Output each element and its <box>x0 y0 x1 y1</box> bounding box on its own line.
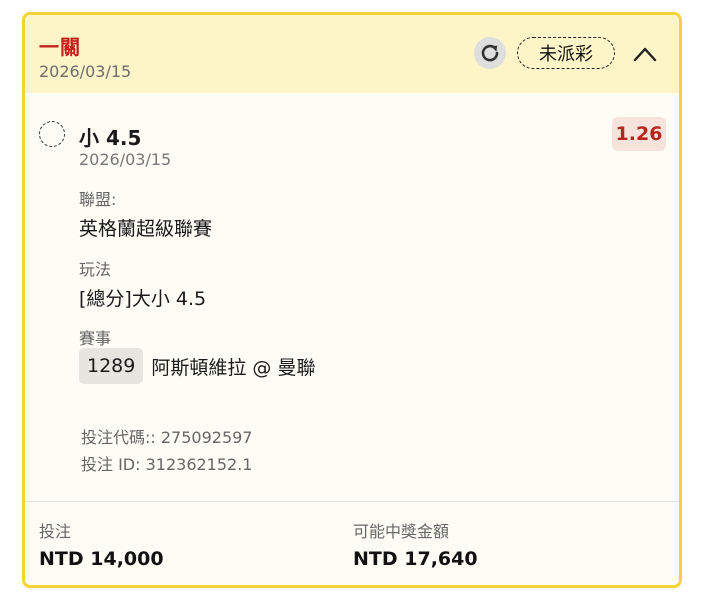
play-value: [總分]大小 4.5 <box>79 288 207 310</box>
collapse-button[interactable] <box>629 41 661 67</box>
stake-label: 投注 <box>39 522 72 541</box>
event-label: 賽事 <box>79 329 112 348</box>
bet-id: 投注 ID: 312362152.1 <box>81 455 253 474</box>
dashed-circle-icon <box>39 121 65 147</box>
bet-type: 一關 <box>39 35 81 59</box>
league-label: 聯盟: <box>79 190 117 209</box>
refresh-button[interactable] <box>474 37 506 69</box>
event-name: 阿斯頓維拉 @ 曼聯 <box>151 356 316 379</box>
event-row: 1289 阿斯頓維拉 @ 曼聯 <box>79 348 315 384</box>
league-value: 英格蘭超級聯賽 <box>79 218 213 240</box>
event-id-badge: 1289 <box>79 348 144 384</box>
payout-value: NTD 17,640 <box>353 548 478 570</box>
bet-details: 小 4.5 2026/03/15 1.26 聯盟: 英格蘭超級聯賽 玩法 [總分… <box>25 93 679 501</box>
footer-divider <box>25 501 679 502</box>
payout-label: 可能中獎金額 <box>353 522 450 541</box>
header-date: 2026/03/15 <box>39 62 132 81</box>
bet-code: 投注代碼:: 275092597 <box>81 428 253 447</box>
odds-badge: 1.26 <box>612 117 666 151</box>
selection-name: 小 4.5 <box>79 126 142 150</box>
selection-date: 2026/03/15 <box>79 150 172 169</box>
status-badge: 未派彩 <box>517 37 615 69</box>
refresh-icon <box>478 41 502 65</box>
bet-slip-card: 一關 2026/03/15 未派彩 小 4.5 2026/03/15 1.26 … <box>22 12 682 588</box>
bet-slip-header: 一關 2026/03/15 未派彩 <box>25 15 679 93</box>
play-label: 玩法 <box>79 260 112 279</box>
chevron-up-icon <box>632 45 658 63</box>
stake-value: NTD 14,000 <box>39 548 164 570</box>
